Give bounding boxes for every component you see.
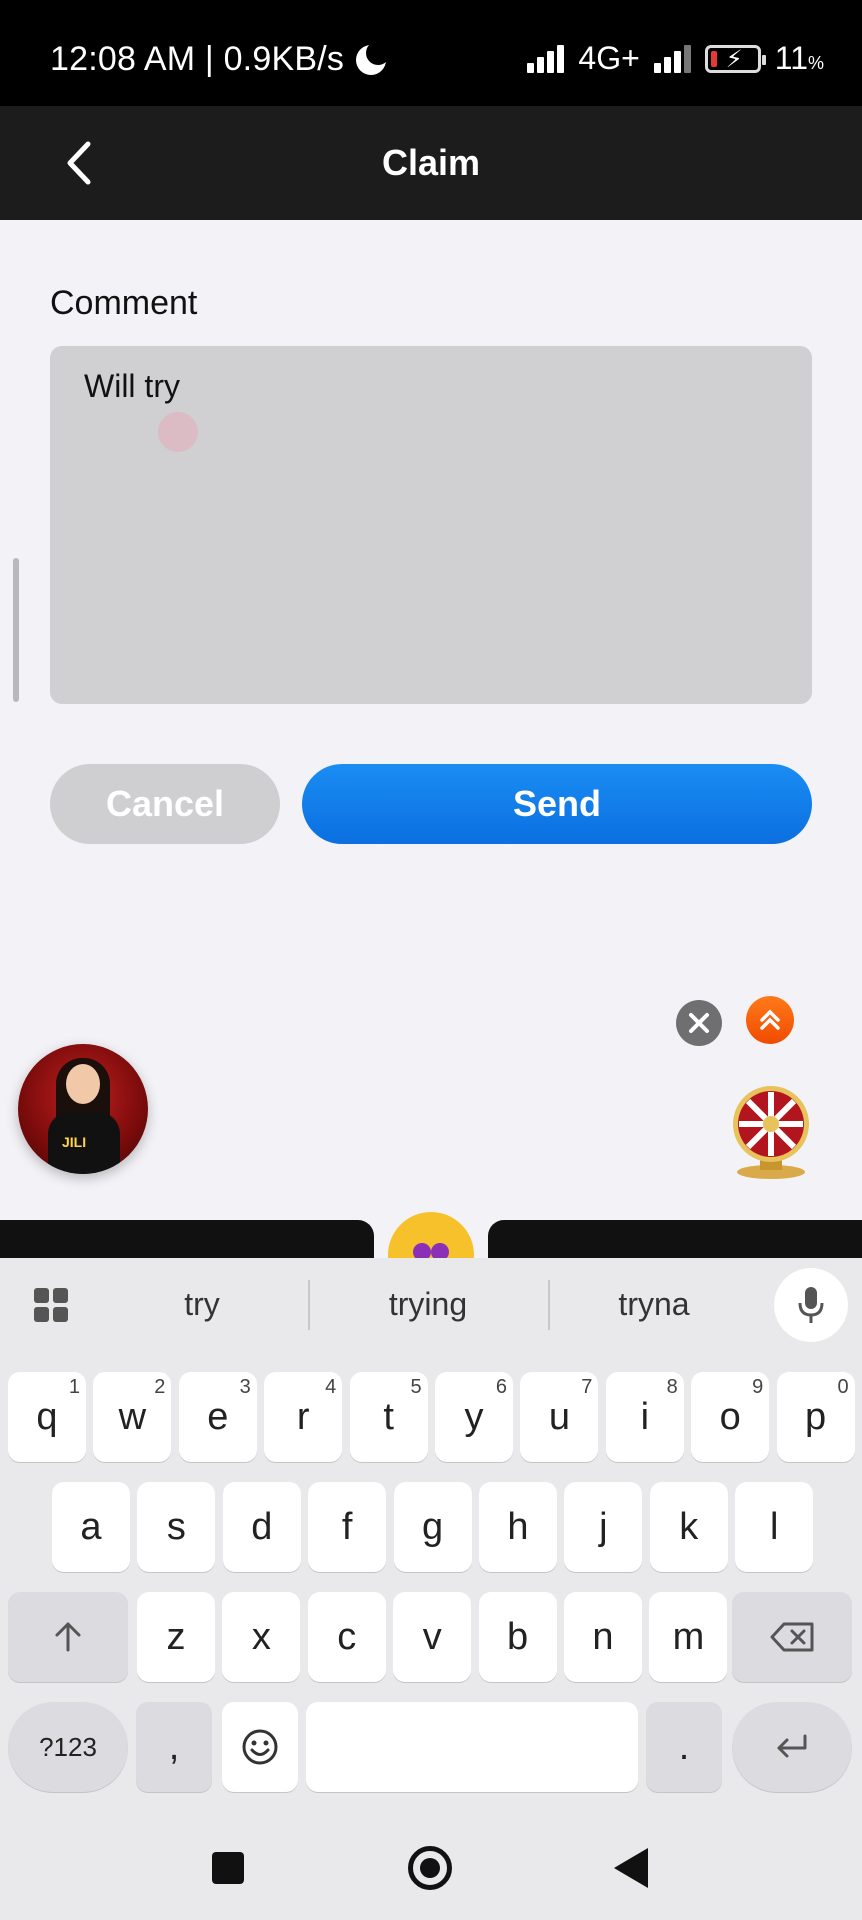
close-float-button[interactable] — [676, 1000, 722, 1046]
microphone-icon — [798, 1287, 824, 1323]
key-x[interactable]: x — [222, 1592, 301, 1682]
divider — [548, 1280, 550, 1330]
emoji-key[interactable] — [222, 1702, 298, 1792]
key-hint-3: 3 — [239, 1376, 251, 1398]
key-hint-0: 0 — [837, 1376, 849, 1398]
time-speed-text: 12:08 AM | 0.9KB/s — [50, 40, 345, 78]
app-header: Claim — [0, 106, 862, 220]
key-hint-2: 2 — [154, 1376, 166, 1398]
lucky-wheel-icon[interactable] — [730, 1084, 812, 1180]
key-hint-5: 5 — [410, 1376, 422, 1398]
charging-icon: ⚡ — [725, 45, 743, 73]
shift-arrow-icon — [55, 1622, 81, 1652]
key-hint-6: 6 — [495, 1376, 507, 1398]
battery-level-value: 11 — [774, 40, 808, 76]
backspace-icon — [770, 1622, 814, 1652]
key-o[interactable]: o9 — [691, 1372, 770, 1462]
double-chevron-up-icon — [760, 1009, 780, 1030]
send-button[interactable]: Send — [302, 764, 812, 844]
key-r[interactable]: r4 — [264, 1372, 343, 1462]
key-i[interactable]: i8 — [605, 1372, 684, 1462]
backspace-key[interactable] — [732, 1592, 852, 1682]
key-e[interactable]: e3 — [178, 1372, 257, 1462]
key-w[interactable]: w2 — [93, 1372, 172, 1462]
shift-key[interactable] — [8, 1592, 128, 1682]
key-z[interactable]: z — [137, 1592, 215, 1682]
key-g[interactable]: g — [393, 1482, 472, 1572]
enter-arrow-icon — [777, 1734, 807, 1758]
battery-level: 11% — [775, 40, 824, 77]
suggestion-2[interactable]: trying — [328, 1286, 528, 1323]
comma-key[interactable]: , — [136, 1702, 212, 1792]
suggestion-1[interactable]: try — [102, 1286, 302, 1323]
moon-icon — [356, 40, 391, 75]
page-title: Claim — [381, 142, 481, 183]
key-a[interactable]: a — [52, 1482, 130, 1572]
system-navigation-bar — [0, 1816, 862, 1920]
key-s[interactable]: s — [137, 1482, 216, 1572]
emoji-icon — [242, 1729, 278, 1765]
recents-button[interactable] — [212, 1852, 244, 1884]
key-y[interactable]: y6 — [435, 1372, 513, 1462]
signal-icon — [527, 44, 565, 73]
key-l[interactable]: l — [735, 1482, 814, 1572]
key-hint-7: 7 — [581, 1376, 593, 1398]
suggestion-3[interactable]: tryna — [554, 1286, 754, 1323]
comment-label: Comment — [50, 284, 198, 322]
key-t[interactable]: t5 — [349, 1372, 428, 1462]
battery-icon: ⚡ — [704, 44, 766, 73]
scroll-top-button[interactable] — [746, 996, 794, 1044]
key-h[interactable]: h — [479, 1482, 557, 1572]
key-k[interactable]: k — [649, 1482, 728, 1572]
suggestion-bar: try trying tryna — [0, 1258, 862, 1354]
battery-unit: % — [807, 53, 824, 73]
key-hint-1: 1 — [68, 1376, 80, 1398]
key-f[interactable]: f — [308, 1482, 387, 1572]
comment-input[interactable]: Will try — [50, 346, 812, 704]
key-hint-8: 8 — [666, 1376, 678, 1398]
key-b[interactable]: b — [478, 1592, 557, 1682]
avatar-badge-text: JILI — [62, 1134, 87, 1150]
space-key[interactable] — [306, 1702, 638, 1792]
key-q[interactable]: q1 — [8, 1372, 86, 1462]
key-j[interactable]: j — [564, 1482, 643, 1572]
key-hint-4: 4 — [325, 1376, 337, 1398]
key-n[interactable]: n — [564, 1592, 642, 1682]
status-right: 4G+ ⚡ 11% — [527, 40, 824, 77]
apps-grid-icon[interactable] — [34, 1288, 68, 1322]
signal-2-icon — [653, 44, 691, 73]
close-icon — [689, 1013, 709, 1033]
cancel-button[interactable]: Cancel — [50, 764, 280, 844]
status-bar: 12:08 AM | 0.9KB/s 4G+ ⚡ 11% — [0, 0, 862, 106]
key-hint-9: 9 — [752, 1376, 764, 1398]
voice-input-button[interactable] — [774, 1268, 848, 1342]
key-d[interactable]: d — [222, 1482, 301, 1572]
back-triangle-button[interactable] — [614, 1848, 648, 1888]
network-type: 4G+ — [578, 40, 640, 76]
period-key[interactable]: . — [646, 1702, 722, 1792]
key-p[interactable]: p0 — [776, 1372, 855, 1462]
status-left: 12:08 AM | 0.9KB/s — [50, 40, 391, 79]
divider — [308, 1280, 310, 1330]
scroll-indicator — [13, 558, 19, 702]
symbols-key[interactable]: ?123 — [8, 1702, 128, 1792]
key-v[interactable]: v — [393, 1592, 472, 1682]
bottom-nav-left — [0, 1220, 374, 1260]
home-button[interactable] — [408, 1846, 452, 1890]
key-u[interactable]: u7 — [520, 1372, 599, 1462]
key-m[interactable]: m — [649, 1592, 728, 1682]
touch-indicator — [158, 412, 198, 452]
enter-key[interactable] — [732, 1702, 852, 1792]
bottom-nav-right — [488, 1220, 862, 1260]
avatar-face — [66, 1064, 100, 1104]
soft-keyboard: try trying tryna q1w2e3r4t5y6u7i8o9p0 as… — [0, 1258, 862, 1816]
avatar[interactable]: JILI — [18, 1044, 148, 1174]
key-c[interactable]: c — [307, 1592, 386, 1682]
